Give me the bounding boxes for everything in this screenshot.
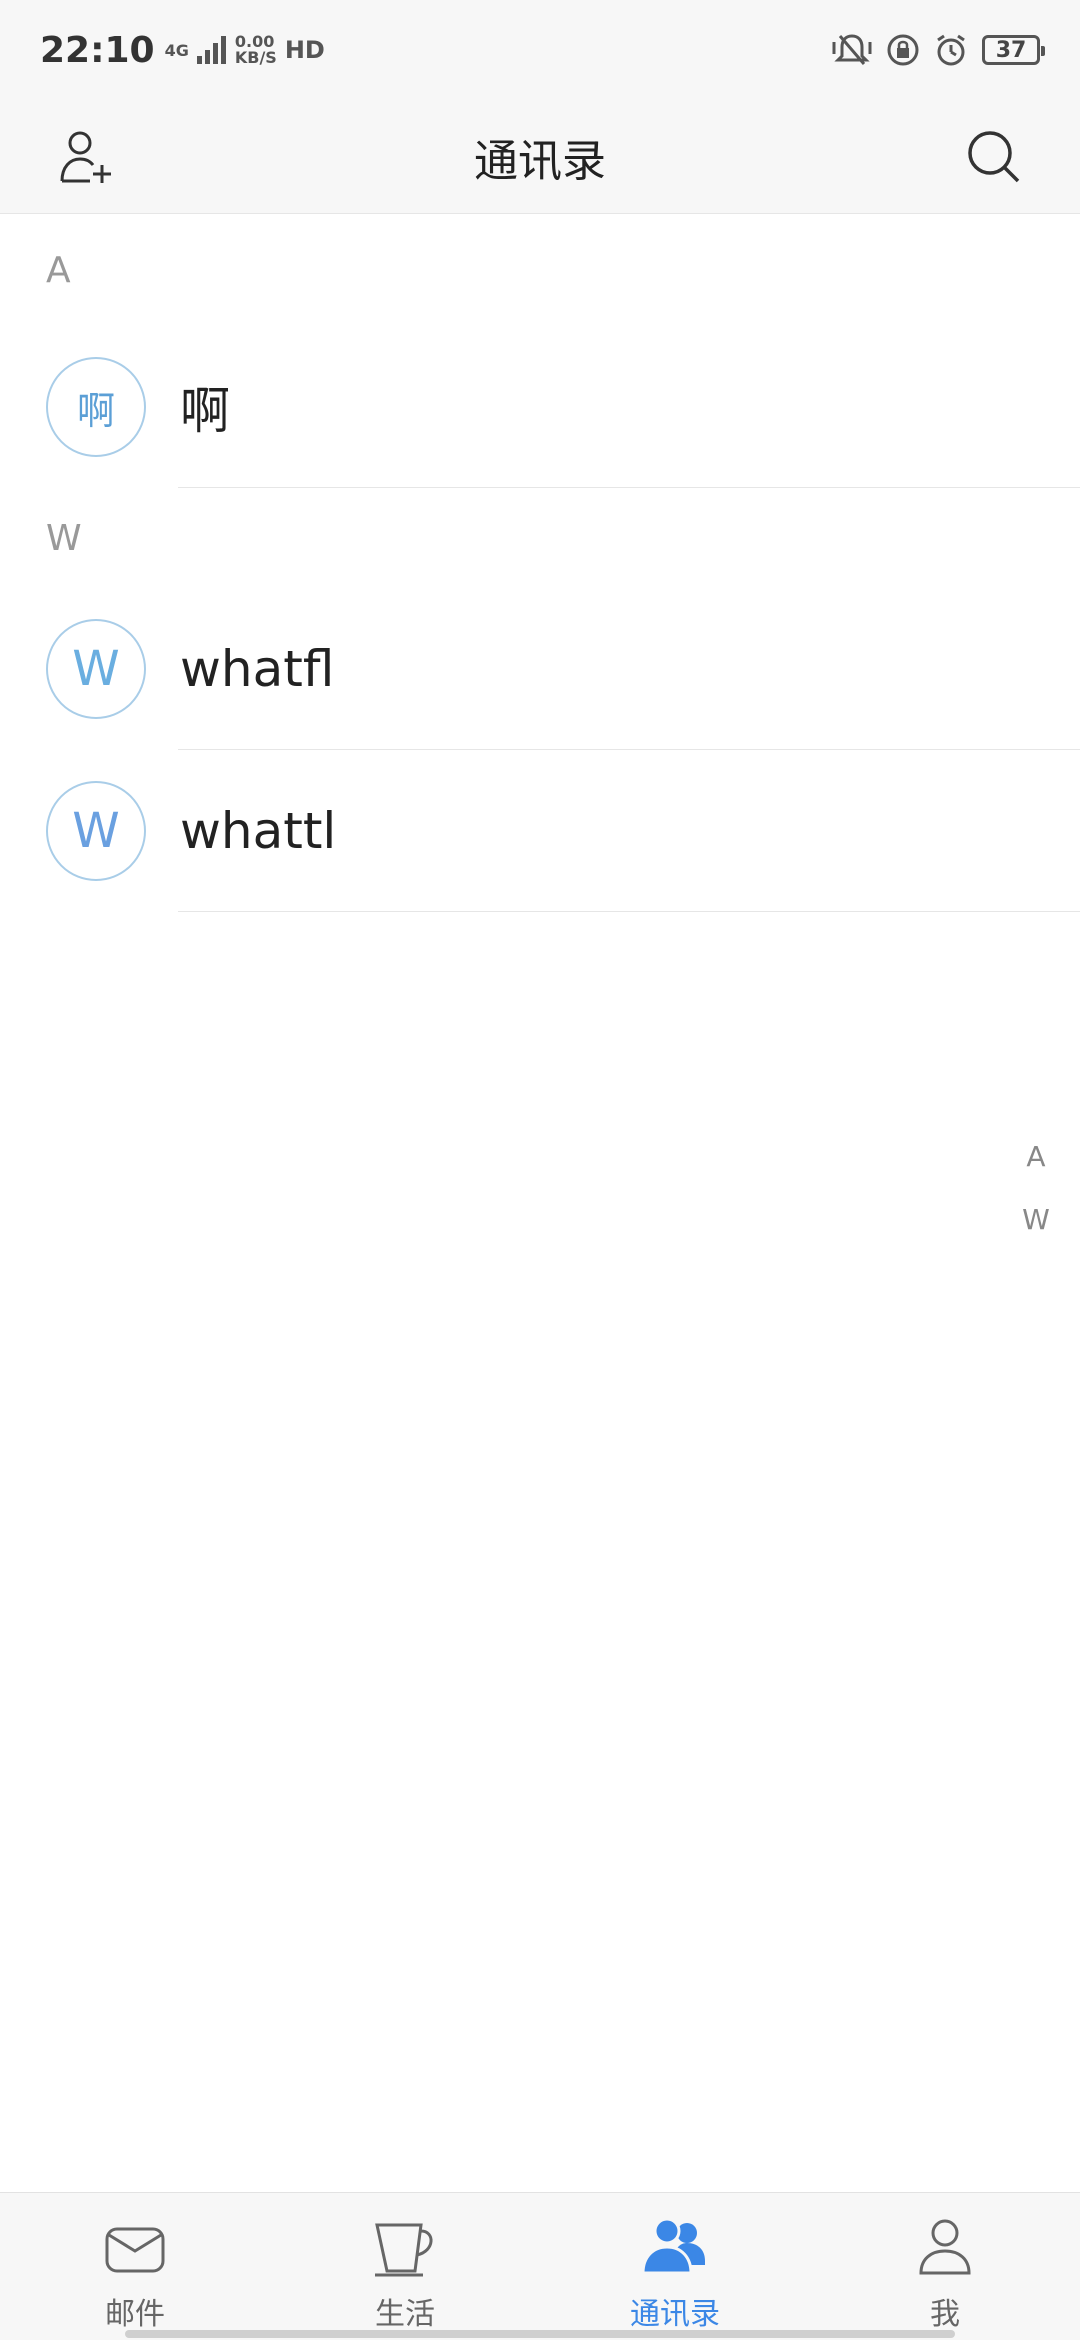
nav-item-me[interactable]: 我 [810, 2193, 1080, 2340]
battery-icon: 37 [982, 35, 1045, 65]
avatar: 啊 [46, 357, 146, 457]
vibrate-icon [832, 34, 872, 65]
add-contact-button[interactable] [46, 117, 126, 197]
page-title: 通讯录 [474, 136, 606, 187]
person-icon [909, 2211, 981, 2283]
contact-name: whatfl [180, 640, 335, 698]
contacts-icon [639, 2211, 711, 2283]
section-header-a: A [46, 249, 71, 291]
alarm-icon [937, 34, 965, 66]
avatar: W [46, 619, 146, 719]
index-letter-a[interactable]: A [1026, 1140, 1045, 1173]
status-time: 22:10 [40, 29, 155, 71]
nav-label: 通讯录 [630, 2297, 720, 2332]
mail-icon [99, 2211, 171, 2283]
avatar: W [46, 781, 146, 881]
status-network-group: 4G 0.00 KB/S HD [165, 34, 325, 66]
index-letter-w[interactable]: W [1022, 1203, 1050, 1236]
status-bar: 22:10 4G 0.00 KB/S HD 37 [0, 0, 1080, 100]
network-speed: 0.00 KB/S [235, 34, 277, 66]
nav-item-contacts[interactable]: 通讯录 [540, 2193, 810, 2340]
cup-icon [369, 2211, 441, 2283]
nav-label: 邮件 [105, 2297, 165, 2332]
contact-row[interactable]: W whattl [0, 750, 1080, 912]
contact-name: whattl [180, 802, 337, 860]
network-type: 4G [164, 40, 189, 60]
add-person-icon [60, 131, 111, 183]
speed-unit: KB/S [234, 48, 277, 67]
divider [178, 487, 1080, 488]
bottom-nav: 邮件 生活 通讯录 我 [0, 2192, 1080, 2340]
nav-item-life[interactable]: 生活 [270, 2193, 540, 2340]
home-indicator[interactable] [125, 2330, 955, 2338]
contact-row[interactable]: W whatfl [0, 588, 1080, 750]
section-header-w: W [46, 517, 82, 559]
contact-list: A 啊 啊 W W whatfl W whattl [0, 214, 1080, 912]
contact-row[interactable]: 啊 啊 [0, 326, 1080, 488]
nav-label: 生活 [375, 2297, 435, 2332]
battery-level: 37 [995, 37, 1027, 63]
contact-name: 啊 [180, 382, 230, 440]
nav-label: 我 [930, 2297, 960, 2332]
header: 通讯录 [0, 100, 1080, 214]
hd-icon: HD [284, 36, 325, 64]
nav-item-mail[interactable]: 邮件 [0, 2193, 270, 2340]
search-icon [968, 131, 1020, 183]
search-button[interactable] [954, 117, 1034, 197]
status-right: 37 [832, 32, 1045, 68]
rotation-lock-icon [887, 34, 919, 66]
alphabet-index-bar[interactable]: A W [1006, 1140, 1066, 1236]
divider [178, 911, 1080, 912]
signal-icon [196, 36, 226, 64]
status-left: 22:10 4G 0.00 KB/S HD [40, 30, 325, 71]
